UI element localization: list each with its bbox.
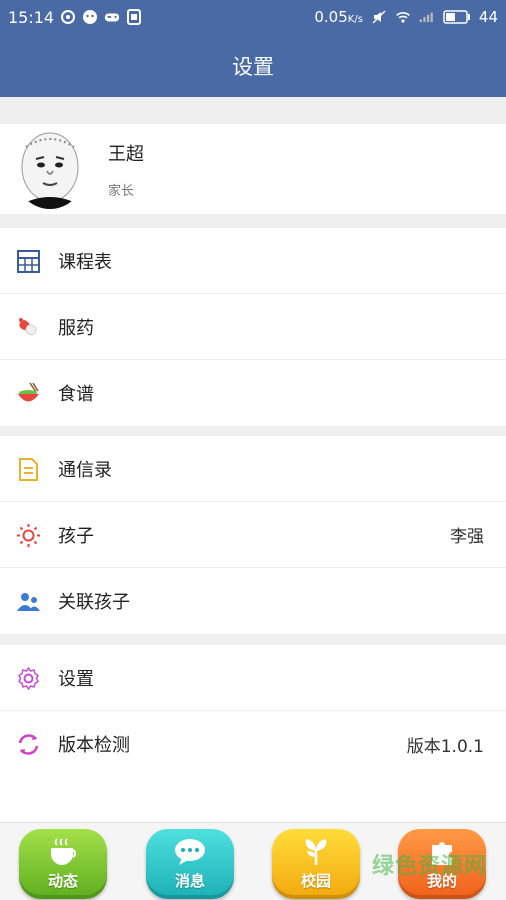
- child-name-value: 李强: [450, 527, 484, 547]
- menu-label: 版本检测: [58, 735, 130, 756]
- menu-item-link-child[interactable]: 关联孩子: [0, 568, 506, 634]
- menu-label: 服药: [58, 317, 94, 339]
- menu-group-3: 设置 版本检测 版本1.0.1: [0, 645, 506, 822]
- battery-level: 44: [478, 8, 498, 26]
- tab-messages[interactable]: 消息: [146, 829, 234, 899]
- menu-label: 课程表: [58, 251, 112, 273]
- people-icon: [16, 589, 41, 614]
- watermark: 绿色资源网: [372, 854, 488, 879]
- contacts-document-icon: [16, 457, 41, 482]
- page-title: 设置: [232, 54, 274, 79]
- notification-icon: [126, 9, 142, 25]
- menu-item-settings[interactable]: 设置: [0, 645, 506, 711]
- profile-name: 王超: [108, 144, 144, 165]
- coffee-cup-icon: [51, 838, 77, 865]
- battery-icon: [443, 9, 471, 25]
- menu-group-2: 通信录 孩子 李强 关联孩子: [0, 436, 506, 634]
- signal-icon: [419, 9, 435, 25]
- sync-icon: [60, 9, 76, 25]
- sun-icon: [16, 523, 41, 548]
- mute-icon: [371, 9, 387, 25]
- calendar-grid-icon: [16, 249, 41, 274]
- menu-label: 设置: [58, 668, 94, 690]
- menu-label: 关联孩子: [58, 592, 130, 613]
- tab-label: 消息: [174, 872, 205, 890]
- menu-item-medicine[interactable]: 服药: [0, 294, 506, 360]
- menu-item-contacts[interactable]: 通信录: [0, 436, 506, 502]
- avatar[interactable]: [16, 129, 84, 209]
- tab-label: 校园: [300, 872, 331, 890]
- menu-group-1: 课程表 服药 食谱: [0, 228, 506, 426]
- profile-card[interactable]: 王超 家长: [0, 124, 506, 214]
- status-time: 15:14: [8, 7, 55, 27]
- food-bowl-icon: [16, 381, 41, 406]
- profile-role: 家长: [108, 184, 135, 199]
- version-value: 版本1.0.1: [406, 736, 484, 757]
- menu-label: 通信录: [58, 459, 112, 481]
- tab-label: 动态: [47, 872, 78, 890]
- pill-icon: [16, 315, 41, 340]
- menu-item-child[interactable]: 孩子 李强: [0, 502, 506, 568]
- title-bar: 设置: [0, 34, 506, 97]
- sprout-icon: [305, 839, 327, 865]
- gamepad-icon: [104, 9, 120, 25]
- refresh-icon: [16, 732, 41, 757]
- tab-feed[interactable]: 动态: [19, 829, 107, 899]
- menu-label: 食谱: [58, 384, 94, 405]
- chat-bubble-icon: [175, 839, 205, 865]
- face-icon: [82, 9, 98, 25]
- menu-item-schedule[interactable]: 课程表: [0, 228, 506, 294]
- menu-item-recipe[interactable]: 食谱: [0, 360, 506, 426]
- status-bar: 15:14 0.05K/s 44: [0, 0, 506, 34]
- tab-campus[interactable]: 校园: [272, 829, 360, 899]
- data-rate: 0.05K/s: [314, 8, 363, 26]
- wifi-icon: [395, 9, 411, 25]
- gear-icon: [16, 666, 41, 691]
- menu-label: 孩子: [58, 525, 94, 547]
- menu-item-version-check[interactable]: 版本检测 版本1.0.1: [0, 711, 506, 777]
